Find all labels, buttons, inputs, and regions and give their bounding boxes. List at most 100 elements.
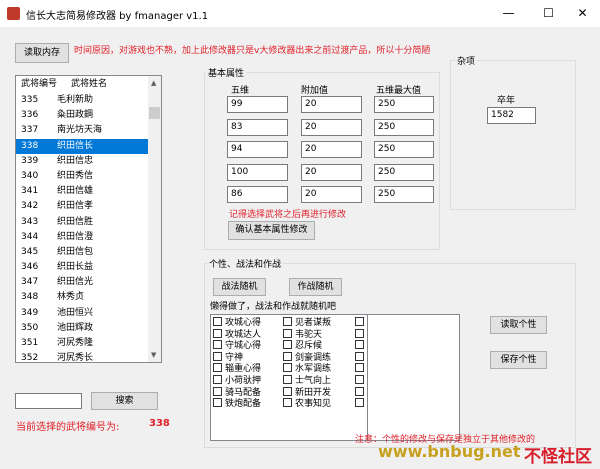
list-item[interactable]: 343 织田信胜 — [16, 215, 161, 230]
max-value-field[interactable]: 250 — [374, 96, 434, 113]
minimize-button[interactable]: — — [486, 0, 531, 27]
general-id: 340 — [21, 170, 39, 181]
list-item[interactable]: 348 林秀贞 — [16, 290, 161, 305]
checkbox-square[interactable] — [213, 363, 222, 373]
general-name: 织田信包 — [57, 246, 94, 257]
scroll-down-icon[interactable]: ▼ — [151, 351, 156, 359]
base-value-field[interactable]: 94 — [227, 141, 288, 158]
misc-title: 杂项 — [455, 54, 478, 67]
checkbox-square[interactable] — [355, 375, 364, 384]
general-id: 351 — [21, 338, 39, 348]
random-battle-button[interactable]: 作战随机 — [289, 278, 342, 296]
list-item[interactable]: 339 织田信忠 — [16, 154, 161, 169]
bonus-value-field[interactable]: 20 — [301, 186, 362, 203]
list-header: 武将编号 武将姓名 — [16, 76, 161, 93]
general-id: 335 — [21, 95, 39, 105]
checkbox-square[interactable] — [213, 328, 222, 338]
read-traits-button[interactable]: 读取个性 — [490, 316, 547, 334]
trait-checkbox[interactable]: 农事知见 — [283, 398, 331, 411]
general-id: 337 — [21, 125, 39, 136]
list-item[interactable]: 346 织田长益 — [16, 260, 161, 275]
list-item[interactable]: 344 织田信澄 — [16, 230, 161, 245]
list-item[interactable]: 342 织田信孝 — [16, 199, 161, 214]
general-id: 345 — [21, 246, 39, 257]
max-value-field[interactable]: 250 — [374, 141, 434, 158]
general-id: 347 — [21, 277, 39, 288]
checkbox-square[interactable] — [283, 386, 292, 396]
checkbox-square[interactable] — [283, 375, 292, 384]
max-value-field[interactable]: 250 — [374, 118, 434, 136]
trait-checkbox[interactable]: 铁炮配备 — [213, 398, 261, 411]
list-item[interactable]: 338 织田信长 — [16, 138, 161, 154]
base-value-field[interactable]: 83 — [227, 118, 288, 136]
checkbox-square[interactable] — [213, 351, 222, 361]
scroll-thumb[interactable] — [149, 107, 160, 119]
list-item[interactable]: 349 池田恒兴 — [16, 306, 161, 321]
bonus-value-field[interactable]: 20 — [301, 118, 362, 136]
base-value-field[interactable]: 99 — [227, 96, 288, 113]
checkbox-square[interactable] — [355, 317, 364, 326]
base-value-field[interactable]: 86 — [227, 186, 288, 203]
list-item[interactable]: 350 池田辉政 — [16, 321, 161, 336]
general-id: 339 — [21, 155, 39, 166]
list-item[interactable]: 347 织田信光 — [16, 275, 161, 290]
read-memory-button[interactable]: 读取内存 — [15, 43, 69, 63]
checkbox-square[interactable] — [283, 351, 292, 361]
trait-label: 攻城达人 — [225, 329, 262, 340]
base-value-field[interactable]: 100 — [227, 163, 288, 181]
checkbox-square[interactable] — [355, 386, 364, 396]
confirm-basic-button[interactable]: 确认基本属性修改 — [228, 221, 315, 240]
checkbox-square[interactable] — [355, 340, 364, 350]
checkbox-square[interactable] — [355, 398, 364, 408]
checkbox-square[interactable] — [213, 375, 222, 384]
age-field[interactable]: 1582 — [487, 107, 536, 124]
trait-label: 剑豪调练 — [295, 352, 332, 363]
checkbox-square[interactable] — [283, 328, 292, 338]
search-button[interactable]: 搜索 — [91, 392, 158, 410]
list-item[interactable]: 351 河尻秀隆 — [16, 336, 161, 351]
checkbox-square[interactable] — [355, 363, 364, 373]
checkbox-square[interactable] — [283, 398, 292, 408]
trait-label: 小荷驮押 — [225, 376, 262, 386]
general-list[interactable]: 武将编号 武将姓名 335 毛利新助 336 粂田政鋼 337 南光坊天海 338 织田信长 33… — [15, 75, 162, 363]
general-name: 织田秀信 — [57, 170, 94, 181]
max-value-field[interactable]: 250 — [374, 163, 434, 181]
checkbox-square[interactable] — [213, 340, 222, 350]
max-value-field[interactable]: 250 — [374, 186, 434, 203]
trait-checkbox[interactable]: 商运奉行 — [355, 398, 367, 411]
traits-title: 个性、战法和作战 — [207, 257, 284, 270]
random-tactics-button[interactable]: 战法随机 — [213, 278, 266, 296]
checkbox-square[interactable] — [213, 398, 222, 408]
trait-label: 忍斥候 — [295, 341, 323, 352]
list-item[interactable]: 337 南光坊天海 — [16, 123, 161, 138]
general-name: 织田信雄 — [57, 186, 94, 197]
trait-label: 铁炮配备 — [225, 399, 262, 410]
checkbox-square[interactable] — [283, 340, 292, 350]
checkbox-square[interactable] — [355, 351, 364, 361]
search-input[interactable] — [15, 393, 82, 409]
bonus-value-field[interactable]: 20 — [301, 163, 362, 181]
list-item[interactable]: 352 河尻秀长 — [16, 351, 161, 362]
age-label: 卒年 — [497, 96, 516, 106]
checkbox-square[interactable] — [355, 328, 364, 338]
general-id: 342 — [21, 201, 39, 212]
checkbox-square[interactable] — [213, 317, 222, 326]
general-id: 336 — [21, 110, 39, 121]
checkbox-square[interactable] — [283, 363, 292, 373]
list-item[interactable]: 341 织田信雄 — [16, 184, 161, 199]
list-item[interactable]: 340 织田秀信 — [16, 169, 161, 184]
checkbox-square[interactable] — [283, 317, 292, 326]
list-item[interactable]: 345 织田信包 — [16, 245, 161, 260]
list-item[interactable]: 336 粂田政鋼 — [16, 108, 161, 123]
bonus-value-field[interactable]: 20 — [301, 141, 362, 158]
list-scrollbar[interactable]: ▲ ▼ — [148, 76, 161, 362]
general-name: 织田信光 — [57, 277, 94, 288]
general-name: 林秀贞 — [57, 292, 85, 303]
scroll-up-icon[interactable]: ▲ — [151, 79, 156, 87]
bonus-value-field[interactable]: 20 — [301, 96, 362, 113]
save-traits-button[interactable]: 保存个性 — [490, 351, 547, 369]
list-item[interactable]: 335 毛利新助 — [16, 93, 161, 108]
trait-checklist[interactable]: 攻城心得 攻城达人 守城心得 守神 辎重心得 小荷驮押 骑马配备 铁炮配备 见者谋叛 韦驼天 忍斥候… — [210, 314, 368, 441]
checkbox-square[interactable] — [213, 386, 222, 396]
close-button[interactable]: ✕ — [560, 0, 600, 27]
